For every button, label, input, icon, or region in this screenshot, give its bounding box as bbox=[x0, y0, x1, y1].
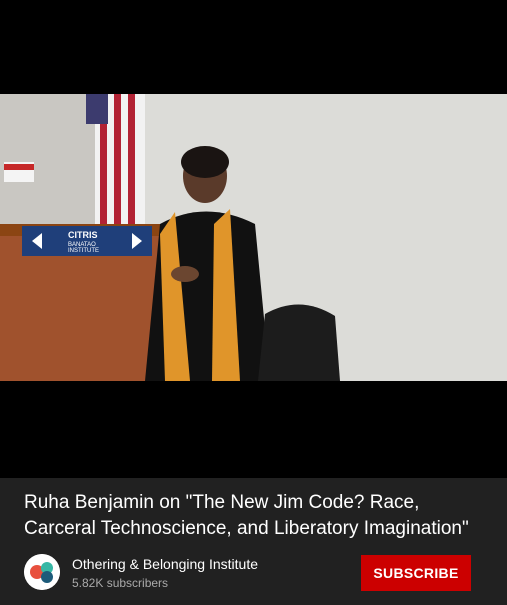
video-title[interactable]: Ruha Benjamin on "The New Jim Code? Race… bbox=[24, 490, 494, 542]
channel-row: Othering & Belonging Institute 5.82K sub… bbox=[24, 554, 484, 592]
channel-name[interactable]: Othering & Belonging Institute bbox=[72, 556, 258, 572]
subscriber-count: 5.82K subscribers bbox=[72, 576, 169, 590]
podium-graphic: CITRIS BANATAO INSTITUTE bbox=[0, 224, 160, 381]
video-frame[interactable]: CITRIS BANATAO INSTITUTE bbox=[0, 94, 507, 381]
video-still-image: CITRIS BANATAO INSTITUTE bbox=[0, 94, 507, 381]
subscribe-button[interactable]: SUBSCRIBE bbox=[361, 555, 471, 591]
video-player[interactable]: CITRIS BANATAO INSTITUTE bbox=[0, 0, 507, 478]
podium-sign-line1: CITRIS bbox=[68, 230, 98, 240]
podium-sign-line3: INSTITUTE bbox=[68, 248, 99, 254]
othering-belonging-logo-icon[interactable] bbox=[24, 554, 60, 590]
